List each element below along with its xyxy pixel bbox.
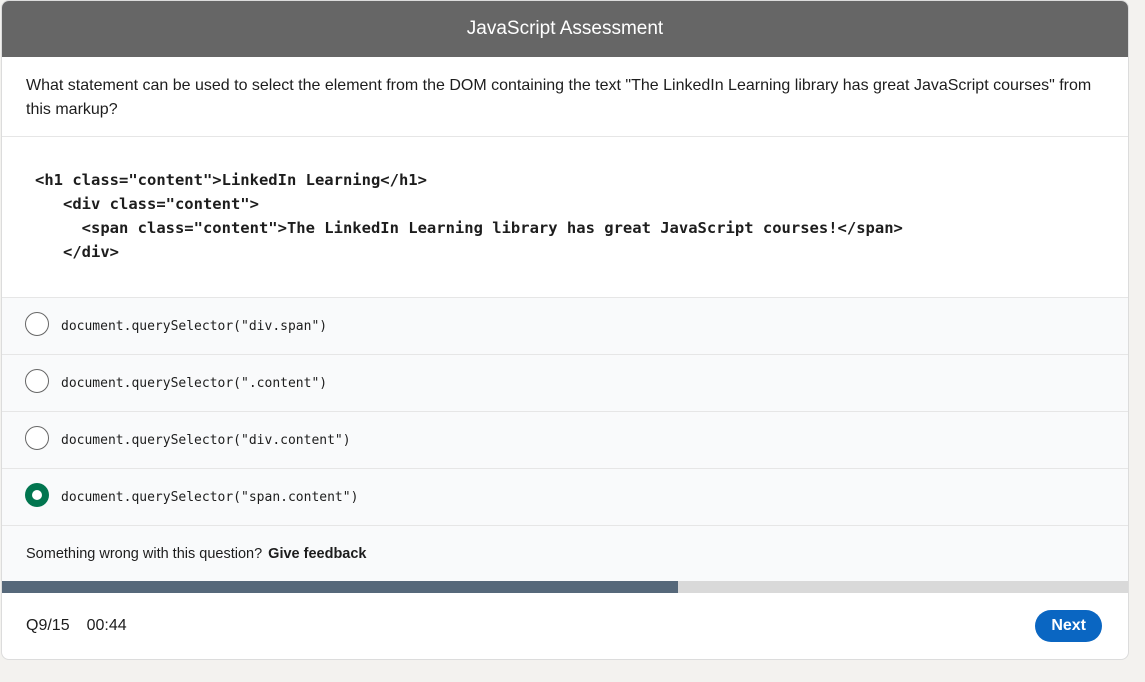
assessment-card: JavaScript Assessment What statement can…	[1, 0, 1129, 660]
question-counter: Q9/15	[26, 617, 70, 634]
timer: 00:44	[86, 617, 127, 634]
answer-option-label: document.querySelector(".content")	[61, 375, 328, 391]
answer-option-label: document.querySelector("div.content")	[61, 432, 351, 448]
radio-button[interactable]	[25, 426, 49, 450]
next-button[interactable]: Next	[1035, 610, 1102, 642]
question-text: What statement can be used to select the…	[2, 57, 1128, 137]
answer-option-4[interactable]: document.querySelector("span.content")	[2, 469, 1128, 526]
code-block: <h1 class="content">LinkedIn Learning</h…	[2, 137, 1128, 298]
code-line: </div>	[35, 243, 119, 261]
answer-options: document.querySelector("div.span") docum…	[2, 298, 1128, 526]
answer-option-2[interactable]: document.querySelector(".content")	[2, 355, 1128, 412]
answer-option-label: document.querySelector("div.span")	[61, 318, 328, 334]
progress-bar-fill	[2, 581, 678, 593]
radio-button[interactable]	[25, 369, 49, 393]
assessment-title: JavaScript Assessment	[466, 18, 664, 39]
code-line: <span class="content">The LinkedIn Learn…	[35, 219, 903, 237]
answer-option-1[interactable]: document.querySelector("div.span")	[2, 298, 1128, 355]
feedback-row: Something wrong with this question? Give…	[2, 526, 1128, 581]
answer-option-3[interactable]: document.querySelector("div.content")	[2, 412, 1128, 469]
radio-button[interactable]	[25, 483, 49, 507]
code-line: <h1 class="content">LinkedIn Learning</h…	[35, 171, 427, 189]
give-feedback-link[interactable]: Give feedback	[268, 546, 366, 562]
code-line: <div class="content">	[35, 195, 259, 213]
radio-button[interactable]	[25, 312, 49, 336]
feedback-prompt: Something wrong with this question?	[26, 545, 263, 562]
answer-option-label: document.querySelector("span.content")	[61, 489, 359, 505]
assessment-header: JavaScript Assessment	[2, 1, 1128, 57]
progress-bar	[2, 581, 1128, 593]
footer: Q9/15 00:44 Next	[2, 593, 1128, 659]
